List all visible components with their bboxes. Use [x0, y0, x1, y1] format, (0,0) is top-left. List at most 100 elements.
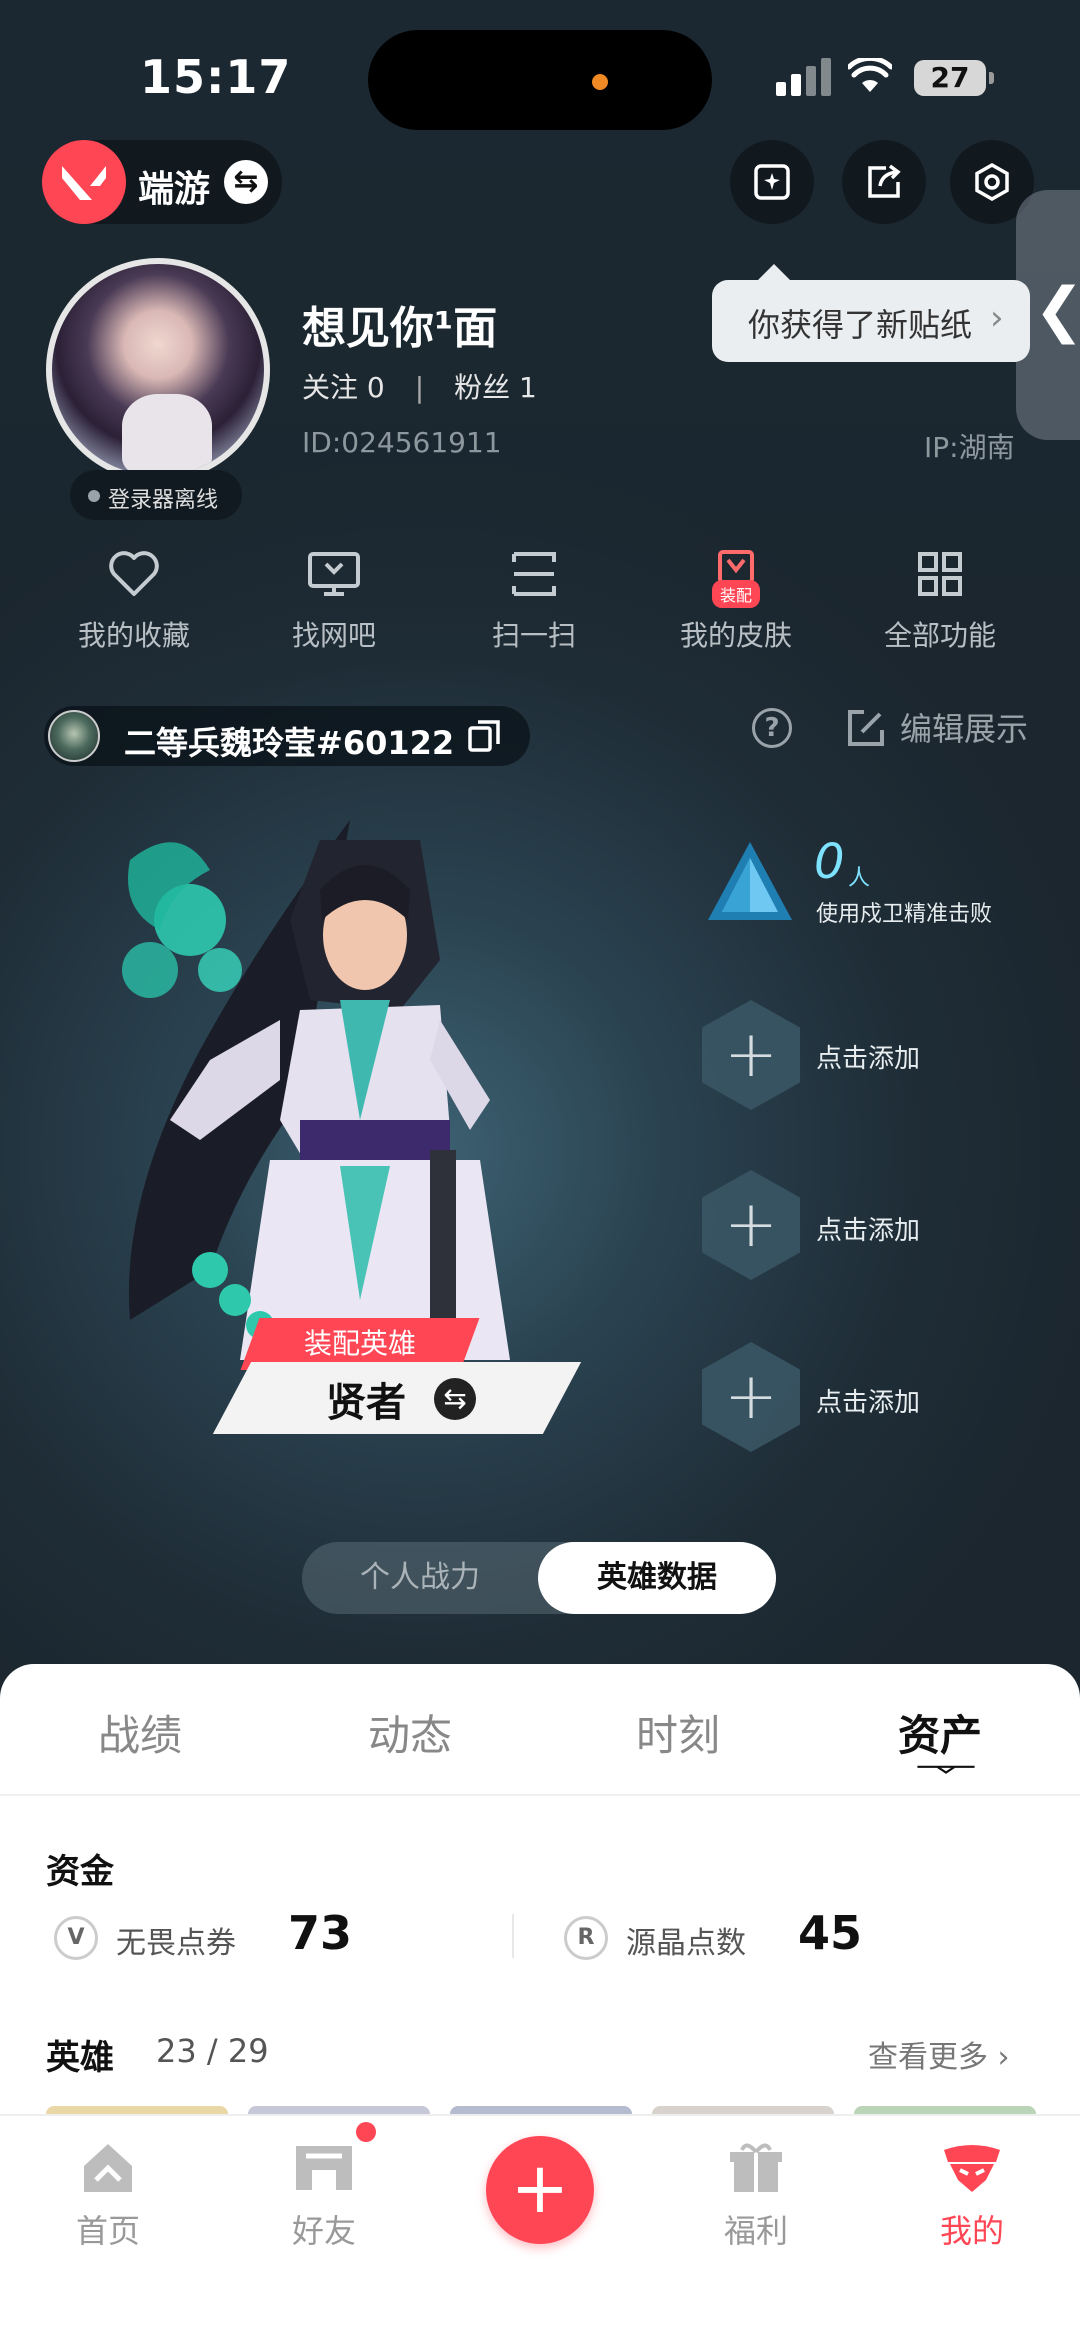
gear-icon [975, 162, 1009, 202]
chevron-right-icon: › [990, 298, 1004, 338]
scan-icon [512, 552, 556, 596]
chevron-left-icon: ❮ [1034, 275, 1080, 345]
mine-icon [944, 2145, 1000, 2192]
app-switcher[interactable]: 端游 ⇆ [42, 140, 282, 224]
ip-location: IP:湖南 [924, 431, 1015, 464]
battery-icon: 27 [914, 60, 994, 96]
quick-action-netcafe[interactable]: 找网吧 [254, 550, 414, 670]
quick-action-label: 扫一扫 [491, 619, 576, 652]
nav-mine-label: 我的 [939, 2212, 1004, 2250]
add-stat-slot-2[interactable]: + [702, 1170, 800, 1280]
add-stat-slot-3[interactable]: + [702, 1342, 800, 1452]
friends-notification-dot [356, 2122, 376, 2142]
username: 想见你¹面 [302, 303, 498, 354]
sticker-icon [754, 164, 790, 200]
tab-moments[interactable]: 时刻 [636, 1702, 720, 1763]
funds-divider [512, 1914, 514, 1958]
follow-separator: | [414, 371, 425, 404]
quick-action-label: 全部功能 [883, 619, 996, 652]
nav-welfare-label: 福利 [723, 2212, 788, 2250]
fans-count[interactable]: 粉丝 1 [454, 371, 537, 404]
swap-icon: ⇆ [224, 160, 268, 204]
quick-action-label: 我的收藏 [77, 619, 190, 652]
launcher-status-text: 登录器离线 [108, 488, 219, 513]
edit-showcase-label: 编辑展示 [900, 710, 1029, 748]
swap-agent-icon[interactable]: ⇆ [434, 1378, 476, 1420]
help-icon[interactable]: ? [752, 708, 792, 748]
edit-icon [848, 710, 884, 746]
nav-welfare[interactable]: 福利 [686, 2140, 826, 2252]
share-button[interactable] [842, 140, 926, 224]
stat-count: 0 [814, 834, 845, 890]
nav-home[interactable]: 首页 [38, 2140, 178, 2252]
heroes-title: 英雄 [46, 2038, 114, 2078]
quick-action-scan[interactable]: 扫一扫 [454, 550, 614, 670]
monitor-icon [308, 552, 360, 596]
create-post-button[interactable]: + [486, 2136, 594, 2244]
dynamic-island [368, 30, 712, 130]
tab-record[interactable]: 战绩 [98, 1702, 182, 1763]
follow-stats: 关注 0 | 粉丝 1 [302, 366, 537, 406]
avatar[interactable] [46, 258, 270, 482]
tooltip-text: 你获得了新贴纸 [748, 306, 973, 344]
radianite-points-value: 45 [798, 1906, 863, 1960]
friends-icon [296, 2146, 352, 2190]
quick-action-label: 我的皮肤 [679, 619, 792, 652]
nav-friends-label: 好友 [291, 2212, 356, 2250]
funds-title: 资金 [46, 1852, 114, 1892]
valorant-logo-icon [42, 140, 126, 224]
valorant-points-label: 无畏点券 [116, 1926, 236, 1961]
radianite-points-icon: R [564, 1916, 608, 1960]
gift-icon [730, 2143, 782, 2192]
sentinel-role-icon [708, 842, 792, 920]
riot-avatar [48, 710, 100, 762]
share-icon [868, 164, 901, 198]
plus-icon: + [724, 1018, 778, 1092]
user-id: ID:024561911 [302, 426, 502, 459]
nav-home-label: 首页 [75, 2212, 140, 2250]
stat-description: 使用戍卫精准击败 [816, 902, 993, 927]
segment-personal-power[interactable]: 个人战力 [302, 1542, 538, 1614]
add-stat-slot-1[interactable]: + [702, 1000, 800, 1110]
agent-name: 贤者 [326, 1380, 406, 1426]
stats-segment-control: 个人战力 英雄数据 [302, 1542, 776, 1614]
add-stat-label[interactable]: 点击添加 [816, 1210, 920, 1247]
plus-icon: + [724, 1188, 778, 1262]
new-sticker-tooltip[interactable]: 你获得了新贴纸 › [712, 264, 1030, 362]
quick-action-skins[interactable]: 装配 我的皮肤 [656, 550, 816, 670]
status-time: 15:17 [140, 50, 292, 104]
tab-assets[interactable]: 资产 [898, 1702, 982, 1763]
nav-friends[interactable]: 好友 [254, 2140, 394, 2252]
privacy-dot [592, 74, 608, 90]
skin-badge: 装配 [712, 580, 761, 608]
tab-feed[interactable]: 动态 [368, 1702, 452, 1763]
nav-mine[interactable]: 我的 [902, 2140, 1042, 2252]
valorant-points-icon: V [54, 1916, 98, 1960]
add-stat-label[interactable]: 点击添加 [816, 1038, 920, 1075]
quick-action-label: 找网吧 [291, 619, 376, 652]
quick-action-all[interactable]: 全部功能 [860, 550, 1020, 670]
copy-icon[interactable] [466, 718, 502, 754]
launcher-status-badge: 登录器离线 [70, 470, 242, 520]
edit-showcase-button[interactable]: 编辑展示 [846, 704, 1028, 750]
signal-icon [776, 56, 832, 96]
following-count[interactable]: 关注 0 [302, 371, 385, 404]
valorant-points-value: 73 [288, 1906, 353, 1960]
riot-id-pill[interactable]: 二等兵魏玲莹#60122 [44, 706, 530, 766]
home-icon [84, 2144, 132, 2192]
riot-id: 二等兵魏玲莹#60122 [124, 724, 455, 762]
see-more-link[interactable]: 查看更多 › [868, 2032, 1010, 2076]
add-stat-label[interactable]: 点击添加 [816, 1382, 920, 1419]
sticker-button[interactable] [730, 140, 814, 224]
segment-agent-data[interactable]: 英雄数据 [538, 1542, 776, 1614]
tab-active-indicator [917, 1765, 975, 1774]
tab-divider [0, 1794, 1080, 1796]
heroes-count: 23 / 29 [156, 2032, 269, 2070]
status-dot-icon [88, 490, 100, 502]
grid-icon [918, 552, 962, 596]
plus-icon: + [724, 1360, 778, 1434]
quick-action-favorites[interactable]: 我的收藏 [54, 550, 214, 670]
radianite-points-label: 源晶点数 [626, 1926, 746, 1961]
stat-unit: 人 [848, 866, 871, 891]
heart-icon [109, 551, 159, 596]
